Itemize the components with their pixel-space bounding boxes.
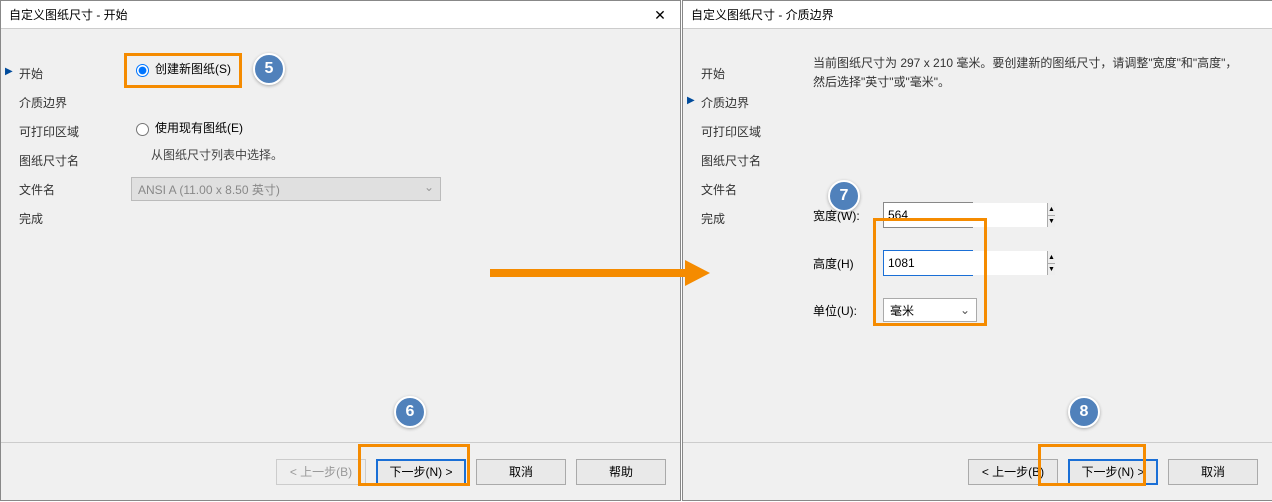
width-label: 宽度(W): (813, 207, 883, 224)
height-input[interactable] (884, 251, 1047, 275)
height-up[interactable]: ▲ (1048, 251, 1055, 264)
help-button[interactable]: 帮助 (576, 459, 666, 485)
content-left: 创建新图纸(S) 使用现有图纸(E) 从图纸尺寸列表中选择。 ANSI A (1… (111, 29, 680, 439)
sidebar-item-start[interactable]: 开始 (19, 59, 111, 88)
combo-value: ANSI A (11.00 x 8.50 英寸) (138, 181, 280, 198)
sidebar-item-finish-r[interactable]: 完成 (701, 204, 793, 233)
info-text: 当前图纸尺寸为 297 x 210 毫米。要创建新的图纸尺寸，请调整"宽度"和"… (813, 54, 1252, 92)
sidebar-item-start-r[interactable]: 开始 (701, 59, 793, 88)
width-input[interactable] (884, 203, 1047, 227)
width-row: 宽度(W): ▲ ▼ (813, 202, 1252, 228)
sidebar-item-filename-r[interactable]: 文件名 (701, 175, 793, 204)
sidebar-item-sizename-r[interactable]: 图纸尺寸名 (701, 146, 793, 175)
sidebar-item-sizename[interactable]: 图纸尺寸名 (19, 146, 111, 175)
sidebar-item-finish[interactable]: 完成 (19, 204, 111, 233)
titlebar-right: 自定义图纸尺寸 - 介质边界 (683, 1, 1272, 29)
radio-create-new-input[interactable] (136, 64, 149, 77)
width-down[interactable]: ▼ (1048, 216, 1055, 228)
sidebar-item-media-r[interactable]: 介质边界 (701, 88, 793, 117)
width-up[interactable]: ▲ (1048, 203, 1055, 216)
height-spinner[interactable]: ▲ ▼ (883, 250, 973, 276)
unit-label: 单位(U): (813, 302, 883, 319)
title-text-right: 自定义图纸尺寸 - 介质边界 (691, 6, 834, 23)
paper-size-combo[interactable]: ANSI A (11.00 x 8.50 英寸) (131, 177, 441, 201)
sidebar-item-printable-r[interactable]: 可打印区域 (701, 117, 793, 146)
height-down[interactable]: ▼ (1048, 264, 1055, 276)
footer-right: < 上一步(B) 下一步(N) > 取消 (683, 442, 1272, 500)
radio-use-existing-input[interactable] (136, 123, 149, 136)
next-button[interactable]: 下一步(N) > (376, 459, 466, 485)
title-text: 自定义图纸尺寸 - 开始 (9, 6, 128, 23)
footer-left: < 上一步(B) 下一步(N) > 取消 帮助 (1, 442, 680, 500)
dialog-start: 自定义图纸尺寸 - 开始 ✕ 开始 介质边界 可打印区域 图纸尺寸名 文件名 完… (0, 0, 681, 501)
radio-use-existing-label: 使用现有图纸(E) (155, 119, 243, 136)
sidebar-right: 开始 介质边界 可打印区域 图纸尺寸名 文件名 完成 (683, 29, 793, 439)
back-button-r[interactable]: < 上一步(B) (968, 459, 1058, 485)
dialog-media: 自定义图纸尺寸 - 介质边界 开始 介质边界 可打印区域 图纸尺寸名 文件名 完… (682, 0, 1272, 501)
sidebar-item-filename[interactable]: 文件名 (19, 175, 111, 204)
sidebar-item-printable[interactable]: 可打印区域 (19, 117, 111, 146)
close-button[interactable]: ✕ (640, 1, 680, 29)
radio-use-existing[interactable]: 使用现有图纸(E) (131, 113, 660, 142)
content-right: 当前图纸尺寸为 297 x 210 毫米。要创建新的图纸尺寸，请调整"宽度"和"… (793, 29, 1272, 439)
dialog-body-right: 开始 介质边界 可打印区域 图纸尺寸名 文件名 完成 当前图纸尺寸为 297 x… (683, 29, 1272, 439)
radio-create-new-label: 创建新图纸(S) (155, 60, 231, 77)
unit-row: 单位(U): 毫米 (813, 298, 1252, 322)
sidebar-item-media[interactable]: 介质边界 (19, 88, 111, 117)
sidebar-left: 开始 介质边界 可打印区域 图纸尺寸名 文件名 完成 (1, 29, 111, 439)
titlebar-left: 自定义图纸尺寸 - 开始 ✕ (1, 1, 680, 29)
unit-select[interactable]: 毫米 (883, 298, 977, 322)
height-row: 高度(H) ▲ ▼ (813, 250, 1252, 276)
width-spinner[interactable]: ▲ ▼ (883, 202, 973, 228)
dialog-body-left: 开始 介质边界 可打印区域 图纸尺寸名 文件名 完成 创建新图纸(S) 使用现有… (1, 29, 680, 439)
cancel-button-r[interactable]: 取消 (1168, 459, 1258, 485)
helper-text: 从图纸尺寸列表中选择。 (131, 142, 660, 163)
cancel-button[interactable]: 取消 (476, 459, 566, 485)
radio-create-new[interactable]: 创建新图纸(S) (131, 54, 660, 83)
back-button: < 上一步(B) (276, 459, 366, 485)
height-label: 高度(H) (813, 255, 883, 272)
next-button-r[interactable]: 下一步(N) > (1068, 459, 1158, 485)
unit-value: 毫米 (890, 302, 914, 319)
